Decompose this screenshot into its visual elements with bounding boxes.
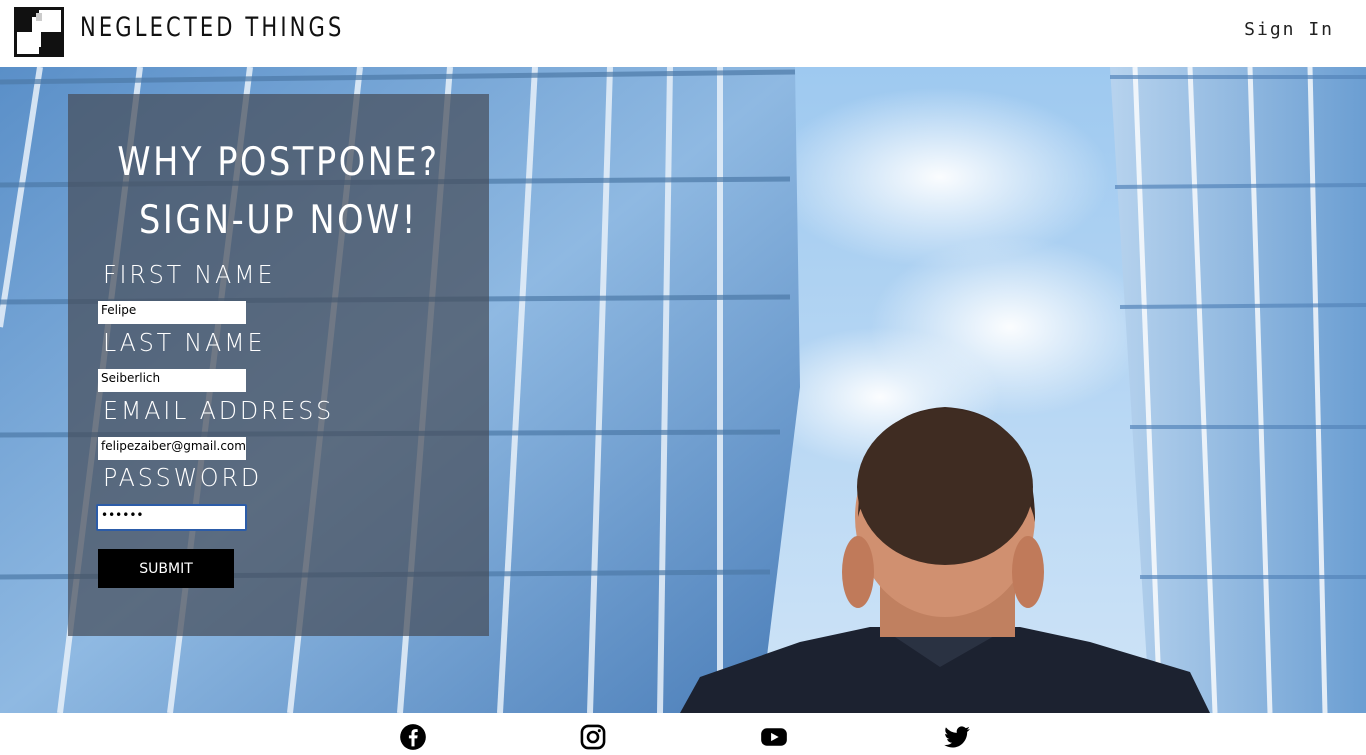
brand-name[interactable]: NEGLECTED THINGS xyxy=(80,12,344,43)
password-label: PASSWORD xyxy=(103,463,262,492)
signup-headline: WHY POSTPONE? SIGN-UP NOW! xyxy=(68,134,489,250)
first-name-label: FIRST NAME xyxy=(103,260,276,289)
signup-panel: WHY POSTPONE? SIGN-UP NOW! FIRST NAME Fe… xyxy=(68,94,489,636)
submit-button[interactable]: SUBMIT xyxy=(98,549,234,588)
logo-icon[interactable] xyxy=(14,7,64,57)
sign-in-link[interactable]: Sign In xyxy=(1244,19,1334,40)
youtube-icon[interactable] xyxy=(760,723,788,751)
email-label: EMAIL ADDRESS xyxy=(103,396,335,425)
social-footer xyxy=(0,713,1366,755)
twitter-icon[interactable] xyxy=(943,723,971,751)
email-input[interactable]: felipezaiber@gmail.com xyxy=(98,437,246,460)
site-header: NEGLECTED THINGS Sign In xyxy=(0,0,1366,67)
last-name-label: LAST NAME xyxy=(103,328,266,357)
last-name-input[interactable]: Seiberlich xyxy=(98,369,246,392)
headline-line-1: WHY POSTPONE? xyxy=(117,140,440,185)
first-name-input[interactable]: Felipe xyxy=(98,301,246,324)
instagram-icon[interactable] xyxy=(579,723,607,751)
password-input[interactable]: •••••• xyxy=(96,504,247,531)
hero-section: WHY POSTPONE? SIGN-UP NOW! FIRST NAME Fe… xyxy=(0,67,1366,713)
headline-line-2: SIGN-UP NOW! xyxy=(139,198,418,243)
facebook-icon[interactable] xyxy=(399,723,427,751)
